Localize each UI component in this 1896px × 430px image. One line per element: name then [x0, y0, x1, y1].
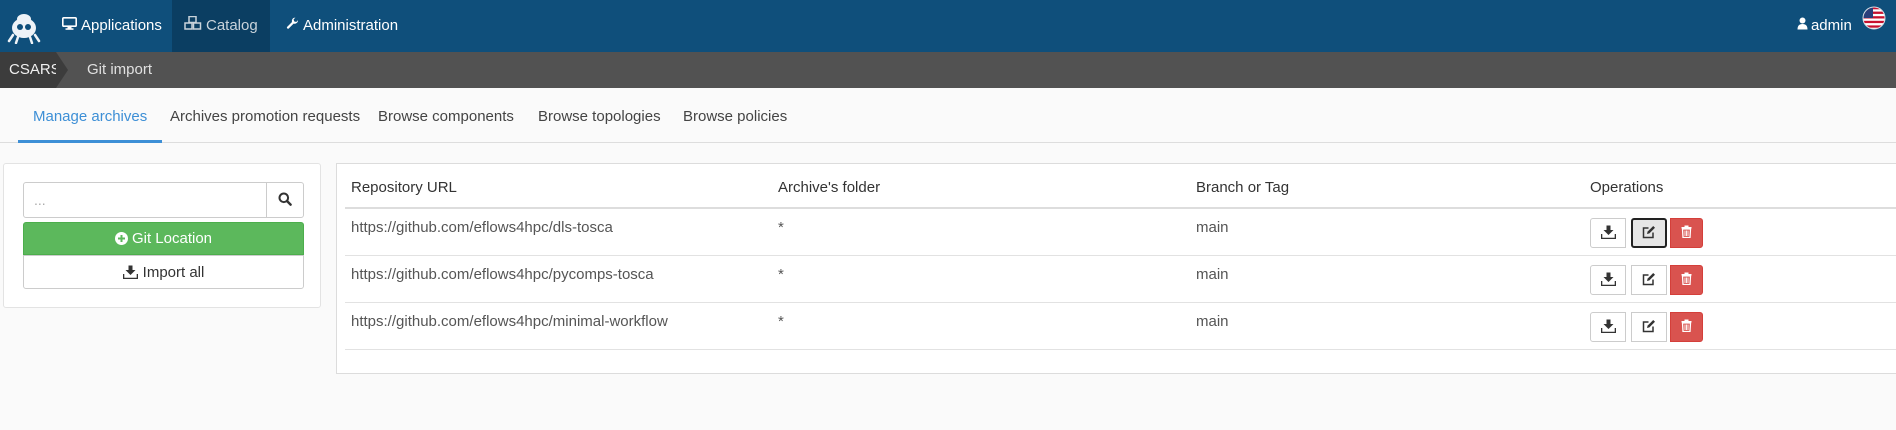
trash-icon: [1681, 225, 1692, 241]
repository-url-cell: https://github.com/eflows4hpc/dls-tosca: [351, 219, 613, 236]
breadcrumb-git-import: Git import: [87, 61, 153, 78]
edit-icon: [1642, 225, 1656, 242]
breadcrumb-separator: [56, 52, 68, 88]
tab-browse-components[interactable]: Browse components: [363, 88, 529, 143]
user-icon: [1797, 0, 1808, 52]
column-header-operations: Operations: [1590, 179, 1664, 196]
search-button[interactable]: [266, 182, 304, 218]
branch-cell: main: [1196, 219, 1229, 236]
desktop-icon: [62, 0, 77, 52]
trash-icon: [1681, 272, 1692, 288]
username: admin: [1810, 17, 1852, 34]
edit-row-button[interactable]: [1631, 265, 1667, 295]
breadcrumb-csars[interactable]: CSARS: [0, 52, 61, 88]
column-header-branch-or-tag: Branch or Tag: [1196, 179, 1290, 196]
git-locations-table: Repository URL Archive's folder Branch o…: [336, 163, 1896, 374]
import-row-button[interactable]: [1590, 312, 1626, 342]
column-header-archive-folder: Archive's folder: [778, 179, 881, 196]
download-icon: [1600, 272, 1616, 289]
delete-row-button[interactable]: [1670, 218, 1703, 248]
import-row-button[interactable]: [1590, 265, 1626, 295]
repository-url-cell: https://github.com/eflows4hpc/pycomps-to…: [351, 266, 654, 283]
nav-applications[interactable]: Applications: [50, 0, 174, 52]
table-row: https://github.com/eflows4hpc/dls-tosca …: [345, 209, 1896, 256]
git-location-label: Git Location: [131, 230, 213, 247]
us-flag-icon[interactable]: [1862, 0, 1886, 52]
import-row-button[interactable]: [1590, 218, 1626, 248]
edit-icon: [1642, 272, 1656, 289]
tab-browse-topologies[interactable]: Browse topologies: [523, 88, 676, 143]
archive-folder-cell: *: [778, 219, 784, 236]
delete-row-button[interactable]: [1670, 312, 1703, 342]
branch-cell: main: [1196, 266, 1229, 283]
tab-browse-policies[interactable]: Browse policies: [668, 88, 802, 143]
table-row: https://github.com/eflows4hpc/pycomps-to…: [345, 256, 1896, 303]
breadcrumb: CSARS Git import: [0, 52, 1896, 88]
table-row: https://github.com/eflows4hpc/minimal-wo…: [345, 303, 1896, 350]
wrench-icon: [286, 0, 299, 52]
top-navbar: Applications Catalog Administration admi…: [0, 0, 1896, 52]
add-git-location-button[interactable]: Git Location: [23, 222, 304, 255]
search-icon: [278, 192, 292, 209]
edit-icon: [1642, 319, 1656, 336]
import-all-button[interactable]: Import all: [23, 255, 304, 289]
search-input[interactable]: [23, 182, 267, 218]
repository-url-cell: https://github.com/eflows4hpc/minimal-wo…: [351, 313, 668, 330]
nav-administration-label: Administration: [303, 17, 399, 34]
trash-icon: [1681, 319, 1692, 335]
git-import-sidebar: Git Location Import all: [3, 163, 321, 308]
tab-manage-archives[interactable]: Manage archives: [18, 88, 163, 143]
archive-folder-cell: *: [778, 313, 784, 330]
nav-catalog-label: Catalog: [206, 17, 258, 34]
download-icon: [122, 265, 138, 279]
nav-catalog[interactable]: Catalog: [172, 0, 270, 52]
column-header-repository-url: Repository URL: [351, 179, 457, 196]
catalog-tabs: Manage archives Archives promotion reque…: [0, 88, 1896, 143]
alien4cloud-logo-icon[interactable]: [6, 8, 42, 45]
nav-administration[interactable]: Administration: [274, 0, 410, 52]
archive-folder-cell: *: [778, 266, 784, 283]
import-all-label: Import all: [142, 263, 205, 281]
user-menu[interactable]: admin: [1797, 0, 1886, 52]
nav-applications-label: Applications: [81, 17, 162, 34]
download-icon: [1600, 319, 1616, 336]
cubes-icon: [184, 0, 202, 52]
edit-row-button[interactable]: [1631, 312, 1667, 342]
delete-row-button[interactable]: [1670, 265, 1703, 295]
branch-cell: main: [1196, 313, 1229, 330]
plus-circle-icon: [114, 232, 128, 245]
tab-archives-promotion-requests[interactable]: Archives promotion requests: [155, 88, 375, 143]
download-icon: [1600, 225, 1616, 242]
edit-row-button[interactable]: [1631, 218, 1667, 248]
